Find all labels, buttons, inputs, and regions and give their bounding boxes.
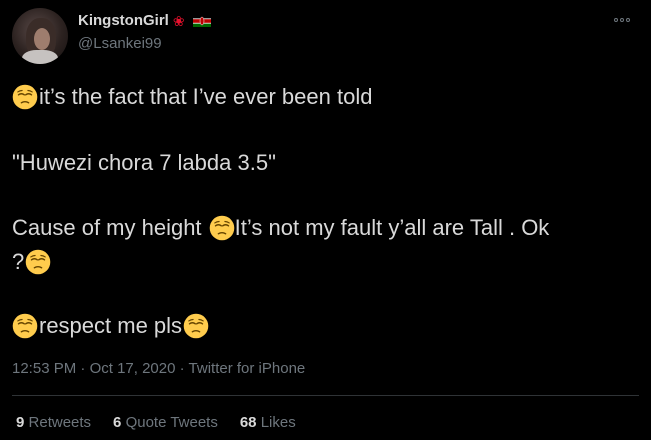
tweet-text-3b: It’s not my fault y’all are Tall . Ok [234,215,550,240]
quote-tweets-stat[interactable]: 6 Quote Tweets [113,414,218,431]
avatar[interactable] [12,8,68,64]
tweet-text-3a: Cause of my height [12,215,208,240]
author-name-row[interactable]: KingstonGirl ❀ [78,12,211,29]
maple-leaf-icon: ❀ [172,12,185,29]
tweet-time[interactable]: 12:53 PM [12,360,76,377]
kenya-flag-icon [192,14,211,27]
author-handle[interactable]: @Lsankei99 [78,35,162,52]
tweet-text-4: ? [12,249,25,274]
likes-count: 68 [239,414,257,431]
tweet-detail: KingstonGirl ❀ @Lsankei99 it’s the fact … [0,0,651,440]
tweet-line-2: "Huwezi chora 7 labda 3.5" [12,150,276,176]
avatar-face [34,28,50,50]
quote-tweets-label: Quote Tweets [125,414,218,431]
retweets-stat[interactable]: 9 Retweets [16,414,91,431]
engagement-stats: 9 Retweets 6 Quote Tweets 68 Likes [16,414,296,431]
more-options-icon[interactable] [609,10,635,30]
avatar-shirt [22,50,58,64]
likes-stat[interactable]: 68 Likes [240,414,296,431]
tweet-meta: 12:53 PM · Oct 17, 2020 · Twitter for iP… [12,360,305,377]
divider [12,395,639,396]
likes-label: Likes [260,414,296,431]
tweet-line-4: ? [12,249,51,275]
tweet-date[interactable]: Oct 17, 2020 [90,360,176,377]
pensive-face-icon [12,313,38,339]
meta-separator: · [175,360,189,377]
pensive-face-icon [25,249,51,275]
pensive-face-icon [183,313,209,339]
meta-separator: · [76,360,90,377]
display-name[interactable]: KingstonGirl [78,12,169,29]
retweets-label: Retweets [28,414,92,431]
pensive-face-icon [12,84,38,110]
tweet-text-5: respect me pls [39,313,183,338]
retweets-count: 9 [16,414,25,431]
tweet-line-3: Cause of my height It’s not my fault y’a… [12,215,549,241]
tweet-text-2: "Huwezi chora 7 labda 3.5" [12,150,276,175]
tweet-text-1: it’s the fact that I’ve ever been told [39,84,373,109]
pensive-face-icon [209,215,235,241]
quote-tweets-count: 6 [113,414,122,431]
tweet-line-5: respect me pls [12,313,209,339]
tweet-line-1: it’s the fact that I’ve ever been told [12,84,372,110]
tweet-source[interactable]: Twitter for iPhone [189,360,306,377]
